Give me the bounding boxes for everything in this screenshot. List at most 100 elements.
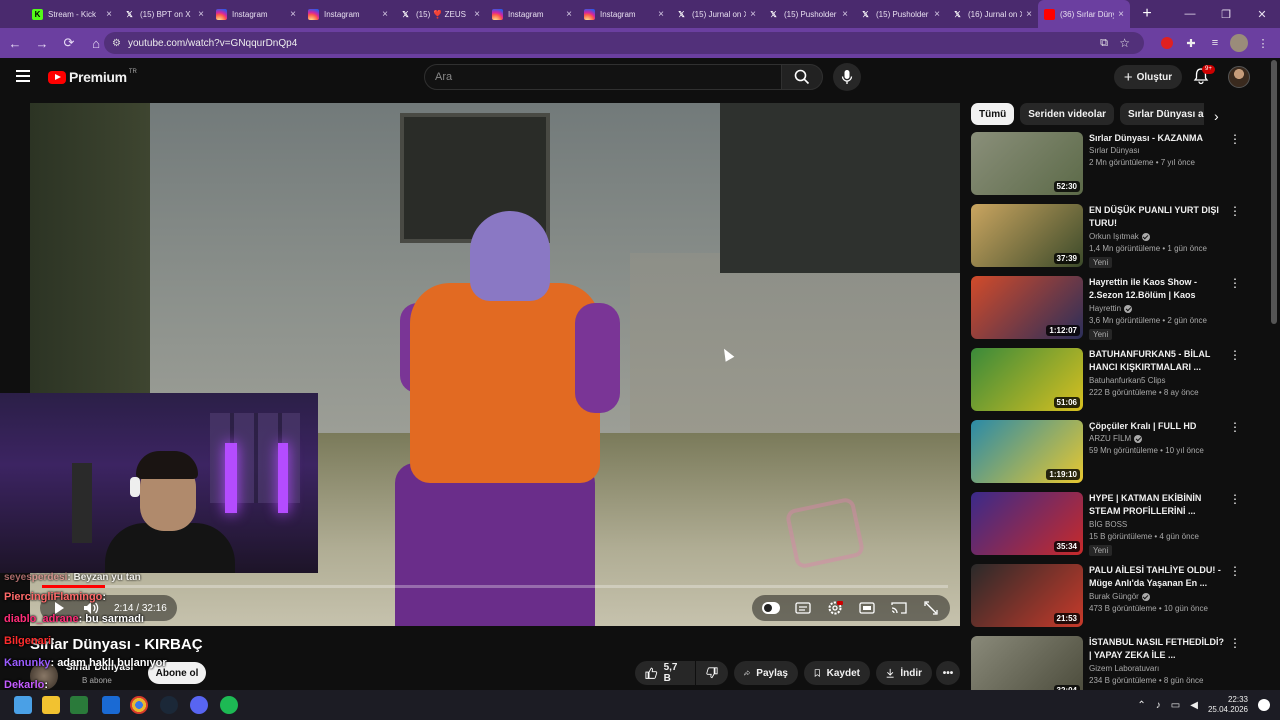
video-thumbnail[interactable]: 21:53 <box>971 564 1083 627</box>
recommended-channel[interactable]: Hayrettin <box>1089 304 1133 313</box>
search-button[interactable] <box>781 64 823 90</box>
more-vertical-icon[interactable]: ⋮ <box>1229 132 1241 146</box>
save-button[interactable]: Kaydet <box>804 661 870 685</box>
recommended-title[interactable]: İSTANBUL NASIL FETHEDİLDİ? | YAPAY ZEKA … <box>1089 636 1227 662</box>
page-scrollbar[interactable] <box>1271 60 1277 324</box>
video-thumbnail[interactable]: 35:34 <box>971 492 1083 555</box>
browser-tab[interactable]: (36) Sırlar Dünyası × <box>1038 0 1130 28</box>
recommended-channel[interactable]: Gizem Laboratuvarı <box>1089 664 1159 673</box>
tray-network-icon[interactable]: ▭ <box>1171 700 1180 711</box>
bookmark-star-icon[interactable]: ☆ <box>1119 36 1130 50</box>
install-app-icon[interactable]: ⧉ <box>1100 37 1108 50</box>
recommended-title[interactable]: PALU AİLESİ TAHLİYE OLDU! - Müge Anlı'da… <box>1089 564 1227 590</box>
browser-tab[interactable]: 𝕏 (16) Jurnal on X × <box>946 0 1038 28</box>
like-button[interactable]: 5,7 B <box>635 661 695 685</box>
settings-button[interactable] <box>826 599 844 617</box>
video-thumbnail[interactable]: 1:19:10 <box>971 420 1083 483</box>
recommended-channel[interactable]: ARZU FİLM <box>1089 434 1143 443</box>
recommended-channel[interactable]: Batuhanfurkan5 Clips <box>1089 376 1166 385</box>
more-vertical-icon[interactable]: ⋮ <box>1229 564 1241 578</box>
back-icon[interactable]: ← <box>3 31 27 55</box>
site-info-icon[interactable]: ⚙ <box>112 38 121 49</box>
tab-close-icon[interactable]: × <box>1026 9 1032 20</box>
tab-close-icon[interactable]: × <box>566 9 572 20</box>
chevron-right-icon[interactable]: › <box>1214 108 1219 124</box>
recommended-title[interactable]: HYPE | KATMAN EKİBİNİN STEAM PROFİLLERİN… <box>1089 492 1227 518</box>
browser-menu-icon[interactable]: ⋮ <box>1254 34 1272 52</box>
download-button[interactable]: İndir <box>876 661 932 685</box>
chrome-icon[interactable] <box>130 696 148 714</box>
profile-avatar-icon[interactable] <box>1230 34 1248 52</box>
recommended-video[interactable]: 21:53 PALU AİLESİ TAHLİYE OLDU! - Müge An… <box>971 564 1251 628</box>
more-vertical-icon[interactable]: ⋮ <box>1229 420 1241 434</box>
recommended-video[interactable]: 37:39 EN DÜŞÜK PUANLI YURT DIŞI TURU! Orku… <box>971 204 1251 268</box>
extensions-puzzle-icon[interactable]: ✚ <box>1182 34 1200 52</box>
tray-mic-icon[interactable]: ♪ <box>1156 700 1161 711</box>
tab-close-icon[interactable]: × <box>934 9 940 20</box>
video-thumbnail[interactable]: 52:30 <box>971 132 1083 195</box>
tab-close-icon[interactable]: × <box>658 9 664 20</box>
fullscreen-button[interactable] <box>922 599 940 617</box>
filter-chip[interactable]: Sırlar Dünyası adlı yü <box>1120 103 1204 125</box>
recommended-video[interactable]: 1:12:07 Hayrettin ile Kaos Show - 2.Sezon… <box>971 276 1251 340</box>
theater-mode-button[interactable] <box>858 599 876 617</box>
browser-tab[interactable]: 𝕏 (15) BPT on X × <box>118 0 210 28</box>
filter-chip[interactable]: Seriden videolar <box>1020 103 1115 125</box>
tray-chevron-up-icon[interactable]: ⌃ <box>1137 700 1145 711</box>
tab-close-icon[interactable]: × <box>382 9 388 20</box>
reload-icon[interactable]: ⟳ <box>57 31 81 55</box>
notification-center-icon[interactable] <box>1258 699 1270 711</box>
steam-icon[interactable] <box>160 696 178 714</box>
browser-tab[interactable]: 𝕏 (15) Pusholder × <box>854 0 946 28</box>
recommended-video[interactable]: 51:06 BATUHANFURKAN5 - BİLAL HANCI KIŞKIR… <box>971 348 1251 412</box>
voice-search-button[interactable] <box>833 63 861 91</box>
browser-tab[interactable]: Instagram × <box>486 0 578 28</box>
dislike-button[interactable] <box>696 661 728 685</box>
autoplay-toggle[interactable] <box>762 599 780 617</box>
more-vertical-icon[interactable]: ⋮ <box>1229 204 1241 218</box>
browser-tab[interactable]: 𝕏 (15) Pusholder × <box>762 0 854 28</box>
spotify-icon[interactable] <box>220 696 238 714</box>
tab-close-icon[interactable]: × <box>750 9 756 20</box>
tab-close-icon[interactable]: × <box>1118 9 1124 20</box>
recommended-channel[interactable]: Sırlar Dünyası <box>1089 146 1140 155</box>
restore-icon[interactable]: ❐ <box>1208 8 1244 21</box>
more-vertical-icon[interactable]: ⋮ <box>1229 348 1241 362</box>
windows-start-icon[interactable] <box>14 696 32 714</box>
browser-tab[interactable]: 𝕏 (15) ❣️ ZEUS × <box>394 0 486 28</box>
youtube-premium-logo[interactable]: Premium TR <box>48 69 137 85</box>
tab-close-icon[interactable]: × <box>842 9 848 20</box>
tab-close-icon[interactable]: × <box>290 9 296 20</box>
recommended-channel[interactable]: BİG BOSS <box>1089 520 1127 529</box>
tray-volume-icon[interactable]: ◀ <box>1190 700 1198 711</box>
minimize-icon[interactable]: — <box>1172 8 1208 20</box>
taskbar-clock[interactable]: 22:33 25.04.2026 <box>1208 695 1248 715</box>
outlook-icon[interactable] <box>102 696 120 714</box>
more-actions-button[interactable]: ••• <box>936 661 960 685</box>
recommended-video[interactable]: 52:30 Sırlar Dünyası - KAZANMA Sırlar Düny… <box>971 132 1251 196</box>
notifications-button[interactable]: 9+ <box>1192 65 1215 87</box>
tab-close-icon[interactable]: × <box>474 9 480 20</box>
app-icon[interactable] <box>70 696 88 714</box>
video-thumbnail[interactable]: 37:39 <box>971 204 1083 267</box>
recommended-video[interactable]: 1:19:10 Çöpçüler Kralı | FULL HD ARZU FİLM… <box>971 420 1251 484</box>
url-field[interactable]: ⚙ youtube.com/watch?v=GNqqurDnQp4 ⧉ ☆ <box>104 32 1144 54</box>
file-explorer-icon[interactable] <box>42 696 60 714</box>
tab-close-icon[interactable]: × <box>198 9 204 20</box>
recommended-channel[interactable]: Orkun Işıtmak <box>1089 232 1150 241</box>
subtitles-button[interactable] <box>794 599 812 617</box>
browser-tab[interactable]: 𝕏 (15) Jurnal on X × <box>670 0 762 28</box>
browser-tab[interactable]: Instagram × <box>210 0 302 28</box>
create-button[interactable]: + Oluştur <box>1114 65 1182 89</box>
user-avatar[interactable] <box>1228 66 1250 88</box>
tab-close-icon[interactable]: × <box>106 9 112 20</box>
cast-button[interactable] <box>890 599 908 617</box>
recommended-channel[interactable]: Burak Güngör <box>1089 592 1150 601</box>
recommended-title[interactable]: Çöpçüler Kralı | FULL HD <box>1089 420 1227 433</box>
media-control-icon[interactable]: ≡ <box>1206 34 1224 52</box>
browser-tab[interactable]: Instagram × <box>578 0 670 28</box>
video-thumbnail[interactable]: 51:06 <box>971 348 1083 411</box>
more-vertical-icon[interactable]: ⋮ <box>1229 276 1241 290</box>
recommended-video[interactable]: 35:34 HYPE | KATMAN EKİBİNİN STEAM PROFİL… <box>971 492 1251 556</box>
recommended-title[interactable]: Sırlar Dünyası - KAZANMA <box>1089 132 1227 145</box>
